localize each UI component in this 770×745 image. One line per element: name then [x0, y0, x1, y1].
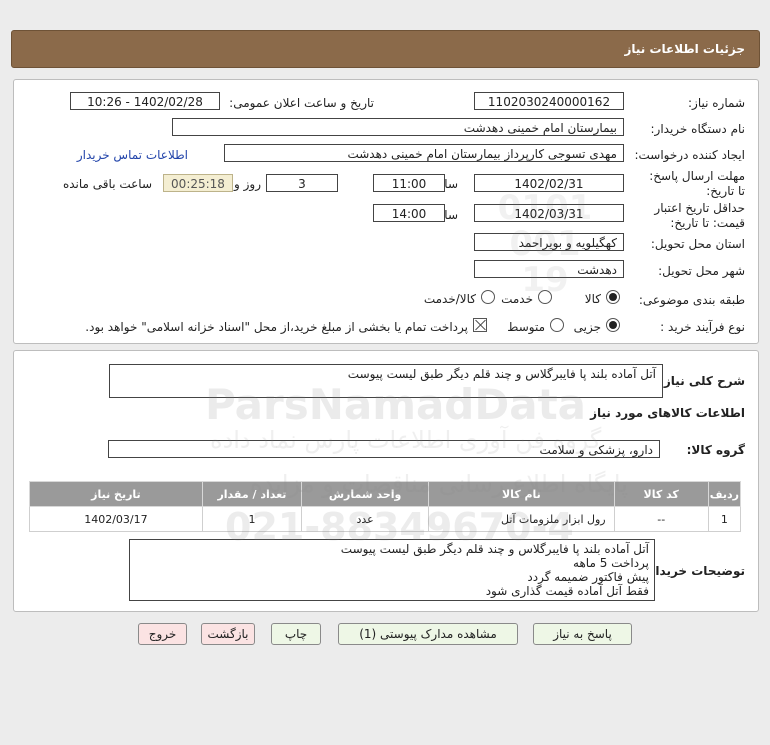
col-header-item-code: کد کالا [613, 481, 709, 507]
cell-quantity: 1 [201, 506, 303, 532]
contact-buyer-link[interactable]: اطلاعات تماس خریدار [77, 148, 188, 162]
treasury-payment-note: پرداخت تمام یا بخشی از مبلغ خرید،از محل … [85, 320, 468, 334]
category-service-label: خدمت [501, 292, 533, 306]
purchase-type-label: نوع فرآیند خرید : [660, 320, 745, 334]
buyer-notes-label: توضیحات خریدار: [643, 564, 745, 578]
cell-row-number: 1 [707, 506, 742, 532]
category-service-radio[interactable] [538, 290, 552, 304]
days-label: روز و [234, 177, 261, 191]
purchase-medium-label: متوسط [507, 320, 545, 334]
goods-info-title: اطلاعات کالاهای مورد نیاز [590, 406, 745, 420]
page-title: جزئیات اطلاعات نیاز [624, 42, 745, 56]
page-header: جزئیات اطلاعات نیاز [11, 30, 760, 68]
announce-datetime-field: 1402/02/28 - 10:26 [70, 92, 220, 110]
requester-field: مهدی تسوجی کارپرداز بیمارستان امام خمینی… [224, 144, 624, 162]
category-goods-service-radio[interactable] [481, 290, 495, 304]
category-label: طبقه بندی موضوعی: [638, 293, 745, 307]
general-desc-label: شرح کلی نیاز: [659, 374, 745, 388]
validity-time-field: 14:00 [373, 204, 445, 222]
city-label: شهر محل تحویل: [658, 264, 745, 278]
items-table: ردیف کد کالا نام کالا واحد شمارش تعداد /… [29, 481, 742, 532]
view-attachments-button[interactable]: مشاهده مدارک پیوستی (1) [338, 623, 518, 645]
need-details-panel: شماره نیاز: 1102030240000162 تاریخ و ساع… [13, 79, 759, 344]
cell-item-name: رول ابزار ملزومات آتل [428, 506, 615, 532]
reply-button[interactable]: پاسخ به نیاز [533, 623, 632, 645]
category-goods-label: کالا [584, 292, 601, 306]
remaining-label: ساعت باقی مانده [62, 177, 152, 191]
col-header-need-date: تاریخ نیاز [29, 481, 203, 507]
col-header-unit: واحد شمارش [301, 481, 430, 507]
province-label: استان محل تحویل: [650, 237, 745, 251]
print-button[interactable]: چاپ [271, 623, 321, 645]
cell-item-code: -- [613, 506, 709, 532]
buyer-org-field: بیمارستان امام خمینی دهدشت [172, 118, 624, 136]
buyer-note-line: آتل آماده بلند پا فایبرگلاس و چند قلم دی… [340, 542, 649, 556]
reply-deadline-label: مهلت ارسال پاسخ: تا تاریخ: [649, 169, 745, 198]
category-goods-radio[interactable] [606, 290, 620, 304]
category-goods-service-label: کالا/خدمت [423, 292, 476, 306]
city-field: دهدشت [474, 260, 624, 278]
purchase-minor-radio[interactable] [606, 318, 620, 332]
exit-button[interactable]: خروج [138, 623, 187, 645]
purchase-medium-radio[interactable] [550, 318, 564, 332]
province-field: کهگیلویه و بویراحمد [474, 233, 624, 251]
table-row: 1 -- رول ابزار ملزومات آتل عدد 1 1402/03… [29, 506, 742, 532]
buyer-note-line: فقط آتل آماده قیمت گذاری شود [485, 584, 649, 598]
countdown-field: 00:25:18 [163, 174, 233, 192]
col-header-quantity: تعداد / مقدار [201, 481, 303, 507]
col-header-item-name: نام کالا [428, 481, 615, 507]
table-header-row: ردیف کد کالا نام کالا واحد شمارش تعداد /… [29, 481, 742, 507]
goods-group-field: دارو، پزشکی و سلامت [108, 440, 660, 458]
general-desc-field: آتل آماده بلند پا فایبرگلاس و چند قلم دی… [109, 364, 663, 398]
announce-datetime-label: تاریخ و ساعت اعلان عمومی: [229, 96, 374, 110]
validity-date-field: 1402/03/31 [474, 204, 624, 222]
buyer-note-line: پیش فاکتور ضمیمه گردد [527, 570, 649, 584]
purchase-minor-label: جزیی [573, 320, 601, 334]
need-number-label: شماره نیاز: [688, 96, 745, 110]
buyer-org-label: نام دستگاه خریدار: [650, 122, 746, 136]
cell-need-date: 1402/03/17 [29, 506, 203, 532]
requester-label: ایجاد کننده درخواست: [634, 148, 745, 162]
goods-group-label: گروه کالا: [686, 443, 745, 457]
cell-unit: عدد [301, 506, 430, 532]
treasury-payment-checkbox[interactable] [473, 318, 487, 332]
validity-label: حداقل تاریخ اعتبار قیمت: تا تاریخ: [654, 201, 745, 230]
reply-date-field: 1402/02/31 [474, 174, 624, 192]
back-button[interactable]: بازگشت [201, 623, 255, 645]
reply-time-field: 11:00 [373, 174, 445, 192]
col-header-row-number: ردیف [707, 481, 742, 507]
buyer-notes-field: آتل آماده بلند پا فایبرگلاس و چند قلم دی… [129, 539, 655, 601]
buyer-note-line: پرداخت 5 ماهه [573, 556, 649, 570]
need-number-field: 1102030240000162 [474, 92, 624, 110]
days-field: 3 [266, 174, 338, 192]
